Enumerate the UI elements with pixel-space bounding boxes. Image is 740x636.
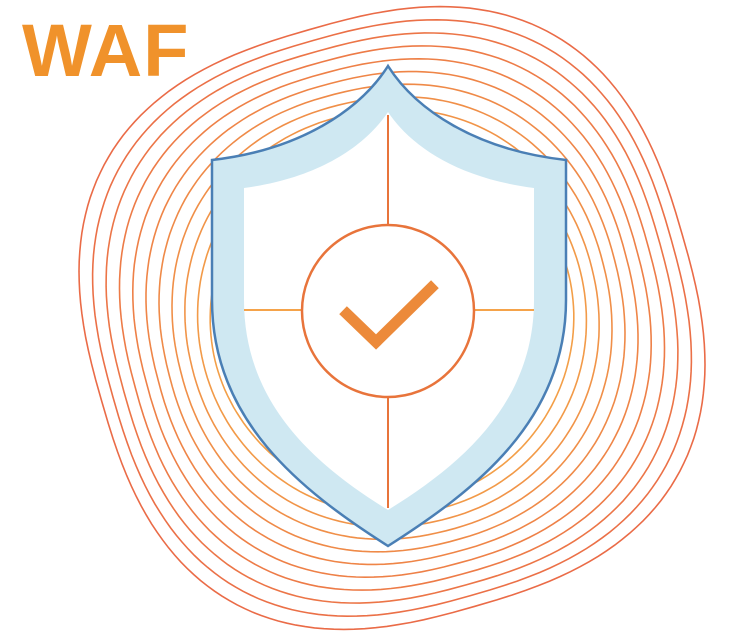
page-title: WAF bbox=[22, 9, 190, 92]
waf-artwork bbox=[78, 5, 706, 631]
waf-illustration: WAF bbox=[0, 0, 740, 636]
